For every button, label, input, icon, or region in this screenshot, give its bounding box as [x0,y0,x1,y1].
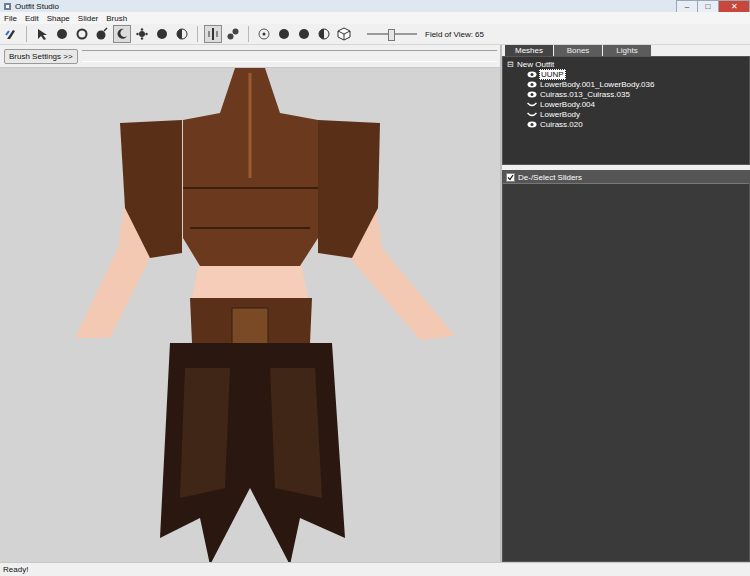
toolbar: Field of View: 65 [0,24,750,45]
mesh-tree: ⊟ New Outfit UUNP LowerBody.001_LowerBod… [502,56,750,165]
mesh-item[interactable]: Cuirass.020 [503,119,749,129]
mesh-item[interactable]: LowerBody.001_LowerBody.036 [503,79,749,89]
panel-tab[interactable]: Lights [603,45,651,56]
tool-icon [337,27,351,41]
tool-button[interactable] [204,25,222,43]
toolbar-separator [248,26,249,42]
eye-open-icon[interactable] [527,71,537,78]
tool-button[interactable] [335,25,353,43]
brush-settings-button[interactable]: Brush Settings >> [4,49,78,64]
tool-icon [297,27,311,41]
status-bar: Ready! [0,562,750,576]
tool-button[interactable] [275,25,293,43]
mesh-item[interactable]: LowerBody.004 [503,99,749,109]
eye-closed-icon[interactable] [527,111,537,118]
tool-button[interactable] [315,25,333,43]
tool-icon [135,27,149,41]
tool-button[interactable] [2,25,20,43]
expander-icon[interactable]: ⊟ [507,60,514,69]
tool-icon [317,27,331,41]
tool-button[interactable] [113,25,131,43]
tool-icon [257,27,271,41]
tool-icon [155,27,169,41]
tool-icon [206,27,220,41]
toolbar-separator [197,26,198,42]
menu-item[interactable]: Edit [25,14,39,23]
tool-icon [226,27,240,41]
app-icon [3,2,12,11]
eye-open-icon[interactable] [527,81,537,88]
tree-root[interactable]: ⊟ New Outfit [503,59,749,69]
eye-open-icon[interactable] [527,121,537,128]
mesh-item[interactable]: LowerBody [503,109,749,119]
deselect-sliders-row[interactable]: De-/Select Sliders [503,171,749,184]
brush-strip: Brush Settings >> [0,45,500,68]
menu-bar: File Edit Shape Slider Brush [0,12,750,24]
menu-item[interactable]: Brush [106,14,127,23]
mesh-item[interactable]: Cuirass.013_Cuirass.035 [503,89,749,99]
tool-button[interactable] [224,25,242,43]
panel-tab[interactable]: Meshes [505,45,553,56]
tool-icon [55,27,69,41]
tool-icon [4,27,18,41]
tool-icon [95,27,109,41]
eye-closed-icon[interactable] [527,101,537,108]
menu-item[interactable]: File [4,14,17,23]
eye-open-icon[interactable] [527,91,537,98]
window-title: Outfit Studio [15,2,59,11]
tool-button[interactable] [255,25,273,43]
title-bar: Outfit Studio –□✕ [0,0,750,12]
outfit-studio-window: Outfit Studio –□✕ File Edit Shape Slider Bru… [0,0,750,576]
tool-icon [75,27,89,41]
brush-field [82,50,497,62]
tool-button[interactable] [93,25,111,43]
menu-item[interactable]: Slider [78,14,98,23]
menu-item[interactable]: Shape [47,14,70,23]
sliders-panel: De-/Select Sliders [502,170,750,562]
tool-button[interactable] [295,25,313,43]
tool-icon [35,27,49,41]
tool-button[interactable] [173,25,191,43]
tool-icon [115,27,129,41]
tool-button[interactable] [133,25,151,43]
fov-label: Field of View: 65 [425,30,484,39]
tool-button[interactable] [153,25,171,43]
3d-viewport[interactable] [0,68,500,562]
fov-slider[interactable] [367,28,417,40]
toolbar-separator [26,26,27,42]
tool-button[interactable] [73,25,91,43]
outfit-model [0,68,500,562]
tool-icon [175,27,189,41]
tool-button[interactable] [33,25,51,43]
tool-icon [277,27,291,41]
panel-tabs: MeshesBonesLights [502,45,750,56]
tool-button[interactable] [53,25,71,43]
mesh-item[interactable]: UUNP [503,69,749,79]
deselect-sliders-checkbox[interactable] [506,173,515,182]
panel-tab[interactable]: Bones [554,45,602,56]
